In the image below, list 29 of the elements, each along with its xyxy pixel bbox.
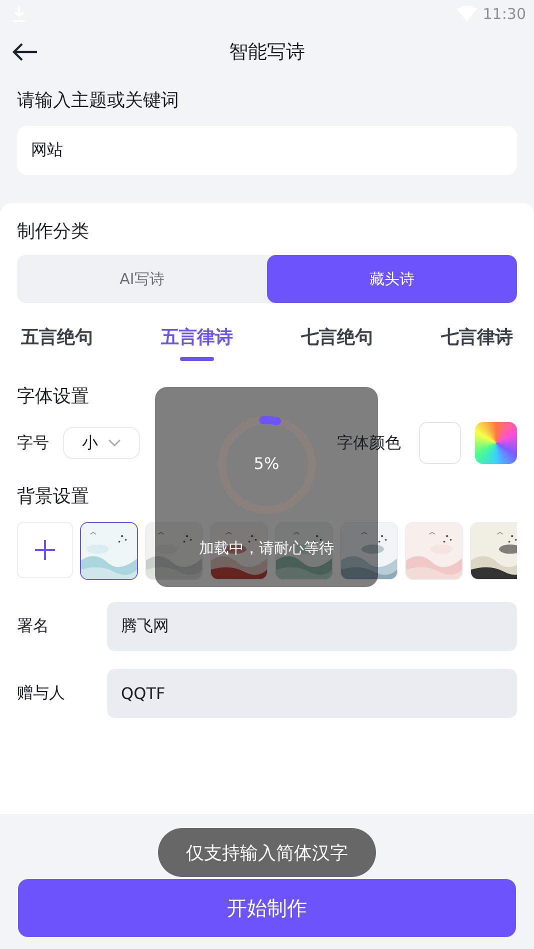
loading-message: 加载中，请耐心等待 <box>199 539 334 558</box>
font-size-dropdown[interactable]: 小 <box>63 427 140 459</box>
color-picker-swatch[interactable] <box>475 422 517 464</box>
section-label: 字体设置 <box>17 385 90 408</box>
poem-form-tab[interactable]: 七言律诗 <box>441 325 513 362</box>
start-button[interactable]: 开始制作 <box>18 879 516 937</box>
toast-message: 仅支持输入简体汉字 <box>158 828 376 877</box>
add-button[interactable] <box>17 522 73 578</box>
color-swatch[interactable] <box>419 422 461 464</box>
signature-input-field[interactable]: 腾飞网 <box>107 602 517 651</box>
background-thumbnail[interactable] <box>80 522 138 580</box>
page-title: 智能写诗 <box>229 41 305 63</box>
field-label: 赠与人 <box>17 683 66 704</box>
field-label: 字号 <box>17 432 49 454</box>
back-icon[interactable] <box>12 42 38 62</box>
caret-icon <box>108 439 121 447</box>
mode-tab[interactable]: 藏头诗 <box>267 255 517 303</box>
field-label: 请输入主题或关键词 <box>17 89 180 112</box>
poem-form-tab[interactable]: 五言律诗 <box>161 325 233 362</box>
recipient-input-field[interactable]: QQTF <box>107 669 517 718</box>
poem-form-tab[interactable]: 七言绝句 <box>301 325 373 362</box>
progress-percent: 5% <box>254 454 280 473</box>
section-label: 背景设置 <box>17 485 90 508</box>
clock-time: 11:30 <box>482 5 526 23</box>
poem-form-tab[interactable]: 五言绝句 <box>21 325 93 362</box>
field-label: 署名 <box>17 616 50 637</box>
plus-icon <box>35 540 55 560</box>
topic-input-field[interactable]: 网站 <box>17 126 517 175</box>
section-label: 制作分类 <box>17 220 90 243</box>
